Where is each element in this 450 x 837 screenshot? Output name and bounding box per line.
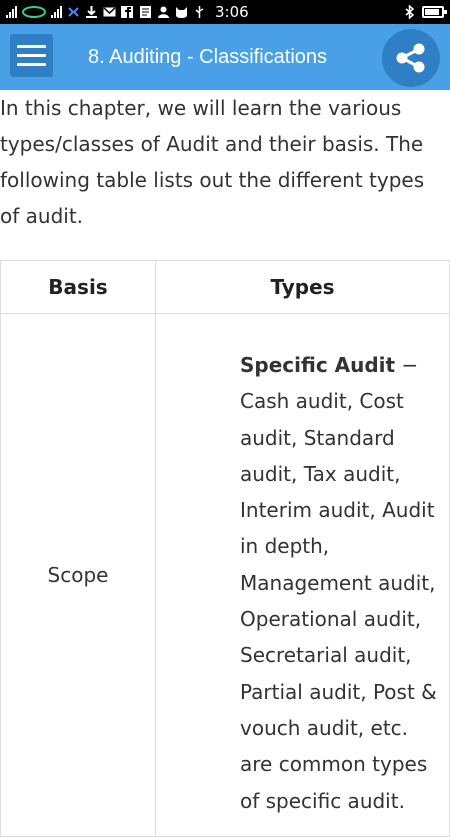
person-icon — [158, 6, 169, 18]
intro-paragraph: In this chapter, we will learn the vario… — [0, 96, 425, 228]
signal-icon-2 — [51, 6, 62, 18]
basis-cell: Scope — [0, 313, 156, 837]
battery-icon — [422, 6, 447, 18]
types-cell-title: Specific Audit — [240, 353, 396, 377]
status-time: 3:06 — [215, 3, 249, 21]
table-header-row: Basis Types — [0, 260, 450, 314]
menu-button[interactable] — [10, 34, 53, 77]
types-cell-text: − Cash audit, Cost audit, Standard audit… — [240, 353, 437, 813]
menu-icon-bar — [17, 63, 46, 66]
signal-icon — [6, 6, 17, 18]
cat-icon — [176, 7, 187, 18]
download-icon — [86, 6, 97, 18]
types-cell: Specific Audit − Cash audit, Cost audit,… — [155, 313, 450, 837]
share-icon — [396, 43, 425, 73]
status-bar: 3:06 — [0, 0, 450, 24]
article-content: In this chapter, we will learn the vario… — [0, 90, 450, 837]
menu-icon-bar — [17, 54, 46, 57]
column-header-basis: Basis — [0, 260, 156, 314]
mail-icon — [103, 7, 116, 17]
share-button[interactable] — [382, 29, 440, 87]
usb-icon — [195, 6, 204, 18]
app-bar: 8. Auditing - Classifications — [0, 24, 450, 90]
carrier-logo-icon — [22, 6, 46, 18]
page-title: 8. Auditing - Classifications — [88, 46, 328, 68]
bluetooth-icon — [405, 5, 415, 19]
data-transfer-icon — [68, 7, 79, 17]
document-icon — [140, 6, 151, 18]
menu-icon-bar — [17, 45, 46, 48]
column-header-types: Types — [155, 260, 450, 314]
audit-types-table: Basis Types Scope Specific Audit − Cash … — [0, 260, 450, 837]
table-row: Scope Specific Audit − Cash audit, Cost … — [0, 313, 450, 837]
facebook-icon — [121, 6, 133, 18]
